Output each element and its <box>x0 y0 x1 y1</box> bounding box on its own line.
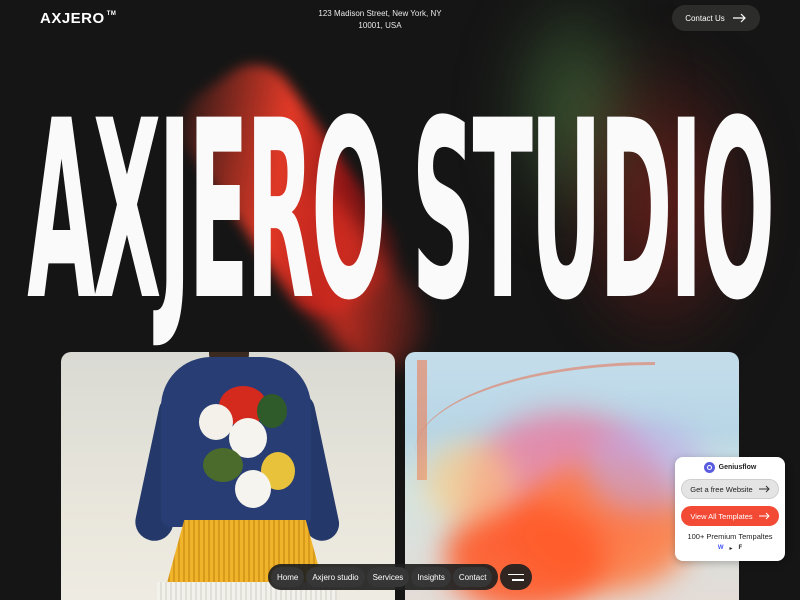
contact-us-label: Contact Us <box>685 13 725 23</box>
green-leaf <box>257 394 287 428</box>
green-leaf <box>203 448 243 482</box>
logo-text: AXJERO <box>40 10 105 27</box>
nav-item-axjero-studio[interactable]: Axjero studio <box>306 567 365 587</box>
nav-item-insights[interactable]: Insights <box>411 567 451 587</box>
bridge-tower <box>417 360 427 480</box>
template-promo-widget: Geniusflow Get a free Website View All T… <box>675 457 785 561</box>
geniusflow-logo-icon <box>703 462 715 473</box>
figma-icon[interactable]: F <box>739 545 743 552</box>
menu-icon <box>508 573 524 575</box>
address-line-1: 123 Madison Street, New York, NY <box>318 9 442 18</box>
view-all-templates-label: View All Templates <box>690 511 753 521</box>
color-swirl <box>425 442 515 522</box>
promo-brand[interactable]: Geniusflow <box>675 462 785 473</box>
fashion-image-card[interactable] <box>61 352 395 600</box>
webflow-icon[interactable]: W <box>718 545 724 552</box>
promo-brand-name: Geniusflow <box>718 464 757 471</box>
nav-item-services[interactable]: Services <box>366 567 410 587</box>
site-logo[interactable]: AXJERO TM <box>40 10 116 27</box>
logo-trademark: TM <box>106 11 117 17</box>
arrow-right-icon <box>758 485 770 493</box>
hero-title: AXJERO STUDIO <box>28 89 776 335</box>
framer-icon[interactable]: ▸ <box>729 545 732 552</box>
platform-icons: W ▸ F <box>675 545 785 552</box>
menu-icon <box>512 579 524 581</box>
address-line-2: 10001, USA <box>358 21 402 30</box>
header-address: 123 Madison Street, New York, NY 10001, … <box>300 8 460 32</box>
get-free-website-button[interactable]: Get a free Website <box>681 479 779 499</box>
menu-button[interactable] <box>500 564 532 590</box>
get-free-website-label: Get a free Website <box>690 484 753 494</box>
hero-title-text: AXJERO STUDIO <box>27 69 776 355</box>
arrow-right-icon <box>732 13 746 23</box>
arrow-right-icon <box>758 512 770 520</box>
nav-item-home[interactable]: Home <box>271 567 305 587</box>
white-flower <box>235 470 271 508</box>
contact-us-button[interactable]: Contact Us <box>672 5 760 31</box>
white-flower <box>199 404 233 440</box>
bottom-navigation: Home Axjero studio Services Insights Con… <box>268 564 498 590</box>
view-all-templates-button[interactable]: View All Templates <box>681 506 779 526</box>
nav-item-contact[interactable]: Contact <box>452 567 493 587</box>
templates-count-text: 100+ Premium Tempaltes <box>687 532 773 541</box>
